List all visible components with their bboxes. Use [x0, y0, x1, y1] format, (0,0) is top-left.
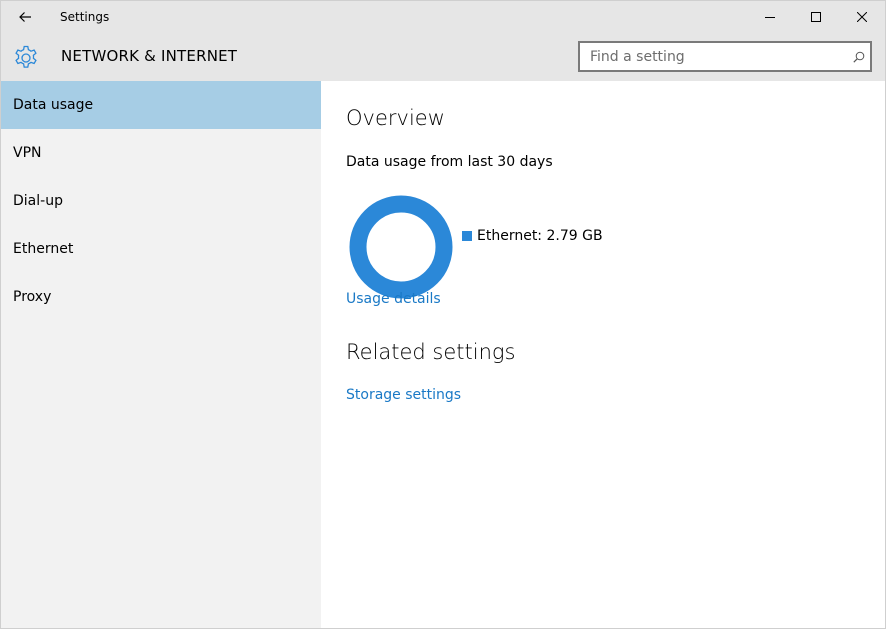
- settings-window: Settings NETWORK & INTERNET Find a setti…: [0, 0, 886, 629]
- sidebar-item-vpn[interactable]: VPN: [1, 129, 321, 177]
- maximize-icon: [811, 12, 821, 22]
- storage-settings-link[interactable]: Storage settings: [346, 387, 461, 403]
- sidebar-item-dial-up[interactable]: Dial-up: [1, 177, 321, 225]
- sidebar-item-ethernet[interactable]: Ethernet: [1, 225, 321, 273]
- sidebar-item-label: Ethernet: [13, 241, 74, 257]
- sidebar-item-label: Data usage: [13, 97, 94, 113]
- search-box[interactable]: [578, 41, 872, 72]
- back-button[interactable]: [1, 1, 49, 33]
- back-arrow-icon: [19, 12, 31, 22]
- search-icon[interactable]: [848, 45, 870, 69]
- minimize-button[interactable]: [747, 1, 793, 33]
- page-title: NETWORK & INTERNET: [61, 47, 238, 65]
- legend-swatch-ethernet: [462, 231, 472, 241]
- minimize-icon: [765, 17, 775, 18]
- data-usage-donut-chart: [349, 195, 453, 299]
- sidebar-item-label: VPN: [13, 145, 42, 161]
- chart-legend: Ethernet: 2.79 GB: [462, 228, 603, 244]
- overview-heading: Overview: [346, 106, 445, 130]
- sidebar: Data usage VPN Dial-up Ethernet Proxy: [1, 81, 321, 628]
- usage-period-label: Data usage from last 30 days: [346, 154, 553, 170]
- window-title: Settings: [60, 10, 110, 24]
- title-bar: Settings: [1, 1, 885, 33]
- maximize-button[interactable]: [793, 1, 839, 33]
- close-icon: [857, 12, 867, 22]
- donut-slice-ethernet: [349, 195, 453, 299]
- window-controls: [747, 1, 885, 33]
- legend-label-ethernet: Ethernet: 2.79 GB: [477, 228, 603, 244]
- main-content: Overview Data usage from last 30 days Et…: [346, 81, 885, 628]
- sidebar-item-label: Dial-up: [13, 193, 63, 209]
- sidebar-item-proxy[interactable]: Proxy: [1, 273, 321, 321]
- page-header: NETWORK & INTERNET: [1, 33, 885, 81]
- usage-details-link[interactable]: Usage details: [346, 291, 441, 307]
- related-settings-heading: Related settings: [346, 340, 516, 364]
- gear-icon: [15, 45, 37, 68]
- sidebar-item-data-usage[interactable]: Data usage: [1, 81, 321, 129]
- search-input[interactable]: [580, 44, 848, 69]
- close-button[interactable]: [839, 1, 885, 33]
- sidebar-item-label: Proxy: [13, 289, 52, 305]
